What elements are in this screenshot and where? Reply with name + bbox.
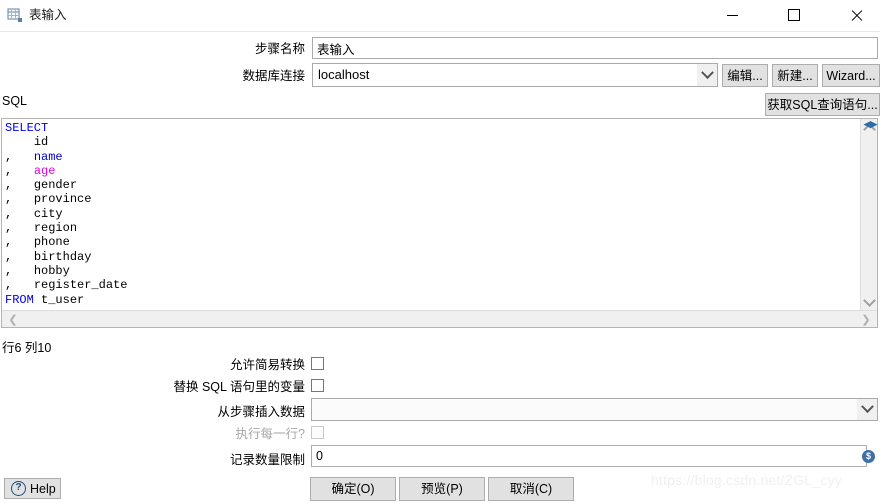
insert-from-step-combo[interactable]	[311, 398, 878, 421]
new-connection-button[interactable]: 新建...	[772, 64, 818, 87]
cancel-button[interactable]: 取消(C)	[488, 477, 574, 501]
watermark-text: https://blog.csdn.net/ZGL_cyy	[651, 472, 843, 488]
step-name-input[interactable]	[312, 37, 878, 59]
table-icon	[7, 8, 23, 24]
maximize-button[interactable]	[771, 0, 817, 30]
edit-connection-button[interactable]: 编辑...	[722, 64, 768, 87]
sql-horizontal-scrollbar[interactable]: ❮ ❯	[2, 310, 877, 327]
cursor-position-label: 行6 列10	[2, 341, 52, 355]
sql-line: SELECT	[5, 121, 49, 135]
allow-lazy-conversion-label: 允许简易转换	[229, 358, 305, 372]
connection-value: localhost	[318, 67, 370, 82]
chevron-down-icon[interactable]	[857, 399, 877, 420]
sql-line: FROM t_user	[5, 292, 85, 307]
sql-section-label: SQL	[2, 94, 28, 108]
execute-each-row-label: 执行每一行?	[235, 427, 305, 441]
sql-editor[interactable]: SELECT id, name, age, gender, province, …	[1, 118, 878, 328]
connection-label: 数据库连接	[242, 69, 305, 83]
insert-from-step-label: 从步骤插入数据	[217, 405, 305, 419]
scroll-right-icon[interactable]: ❯	[858, 311, 874, 327]
replace-variables-checkbox[interactable]	[311, 379, 324, 392]
allow-lazy-conversion-checkbox[interactable]	[311, 357, 324, 370]
sql-line: , region	[5, 221, 78, 236]
window-title: 表输入	[29, 8, 67, 22]
step-name-label: 步骤名称	[254, 42, 305, 56]
chevron-down-icon[interactable]	[697, 64, 717, 86]
minimize-button[interactable]	[709, 0, 755, 30]
sql-line: , register_date	[5, 278, 128, 293]
help-label: Help	[30, 481, 56, 496]
sql-line: , province	[5, 192, 92, 207]
sql-line: , city	[5, 206, 63, 221]
sql-line: id	[33, 135, 49, 150]
scroll-down-icon[interactable]	[861, 292, 877, 308]
replace-variables-label: 替换 SQL 语句里的变量	[173, 380, 306, 394]
close-button[interactable]	[833, 0, 879, 30]
sql-line: , phone	[5, 235, 70, 250]
sql-line: , hobby	[5, 263, 70, 278]
ok-button[interactable]: 确定(O)	[310, 477, 396, 501]
execute-each-row-checkbox	[311, 426, 324, 439]
sql-line: , age	[5, 163, 56, 178]
sql-line: , name	[5, 149, 63, 164]
close-icon	[850, 9, 863, 22]
wizard-button[interactable]: Wizard...	[822, 64, 880, 87]
get-sql-query-button[interactable]: 获取SQL查询语句...	[765, 93, 880, 116]
row-limit-label: 记录数量限制	[229, 453, 305, 467]
title-bar: 表输入	[0, 0, 880, 32]
sql-editor-text: SELECT id, name, age, gender, province, …	[5, 121, 860, 307]
minimize-icon	[726, 14, 738, 16]
preview-button[interactable]: 预览(P)	[399, 477, 485, 501]
scroll-left-icon[interactable]: ❮	[5, 311, 21, 327]
help-button[interactable]: ? Help	[4, 478, 61, 499]
question-mark-icon: ?	[11, 481, 26, 496]
sql-line: , birthday	[5, 249, 92, 264]
sql-vertical-scrollbar[interactable]	[860, 119, 877, 310]
sql-line: , gender	[5, 178, 78, 193]
variable-dollar-icon[interactable]: $	[862, 450, 875, 463]
maximize-icon	[788, 9, 800, 21]
connection-combo[interactable]: localhost	[312, 63, 718, 87]
row-limit-input[interactable]	[311, 445, 867, 467]
editor-resize-handle[interactable]: ◂▸	[864, 117, 878, 131]
